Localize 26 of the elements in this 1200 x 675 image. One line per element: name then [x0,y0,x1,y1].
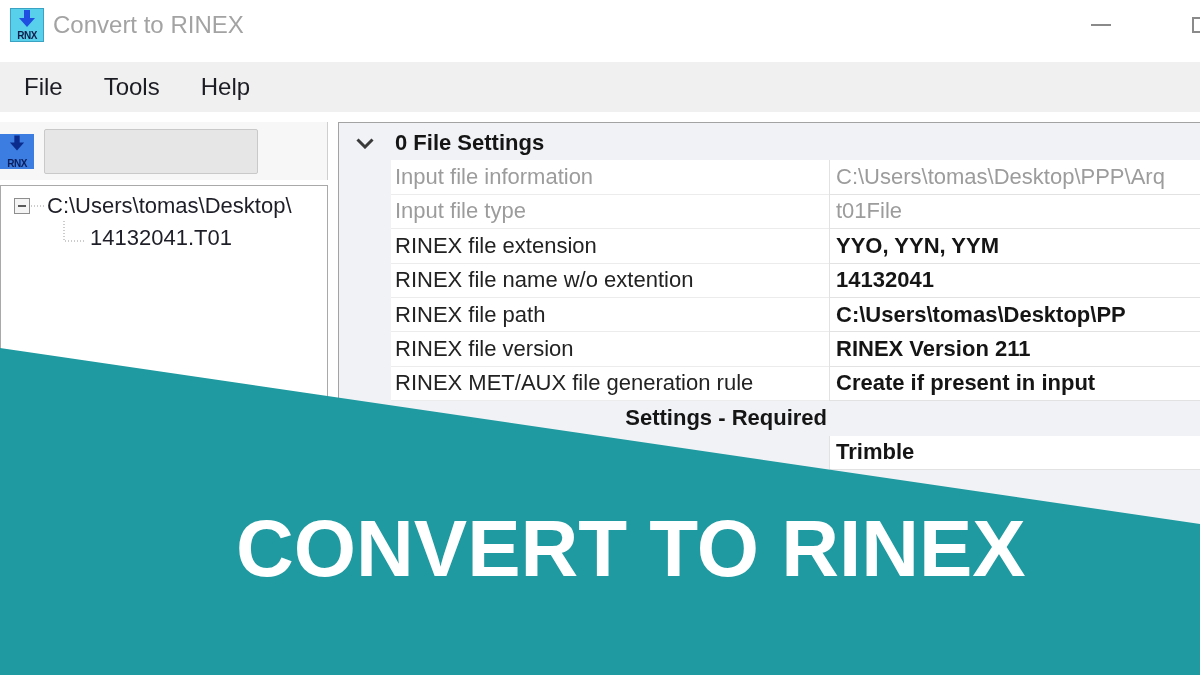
property-label: RINEX file extension [395,232,597,259]
banner-title: CONVERT TO RINEX [236,509,1026,589]
window-title: Convert to RINEX [53,11,244,39]
tree-item[interactable]: 14132041.T01 [90,225,232,251]
maximize-icon[interactable] [1192,17,1200,33]
property-value[interactable]: Trimble [836,439,915,466]
property-label: Input file type [395,198,526,225]
tree-item[interactable]: C:\Users\tomas\Desktop\ [47,193,292,219]
convert-button[interactable]: RNX [0,133,34,169]
property-label: RINEX file path [395,301,546,328]
property-label: RINEX file name w/o extention [395,267,694,294]
logo-text: RNX [17,30,37,41]
down-arrow-icon [18,10,36,28]
expander-icon[interactable] [14,198,44,214]
property-label: RINEX file version [395,336,574,363]
menu-item[interactable]: Help [200,73,251,101]
category-title[interactable]: Settings - Required [625,405,827,432]
property-label: Input file information [395,164,594,191]
menu-item[interactable]: File [24,73,63,101]
category-title[interactable]: 0 File Settings [395,130,545,157]
toolbar-field[interactable] [44,128,258,174]
tree-connector-icon [63,221,85,243]
down-arrow-icon [9,134,25,152]
menu-item[interactable]: Tools [103,73,160,101]
property-label: RINEX MET/AUX file generation rule [395,370,754,397]
chevron-down-icon[interactable] [356,137,374,149]
